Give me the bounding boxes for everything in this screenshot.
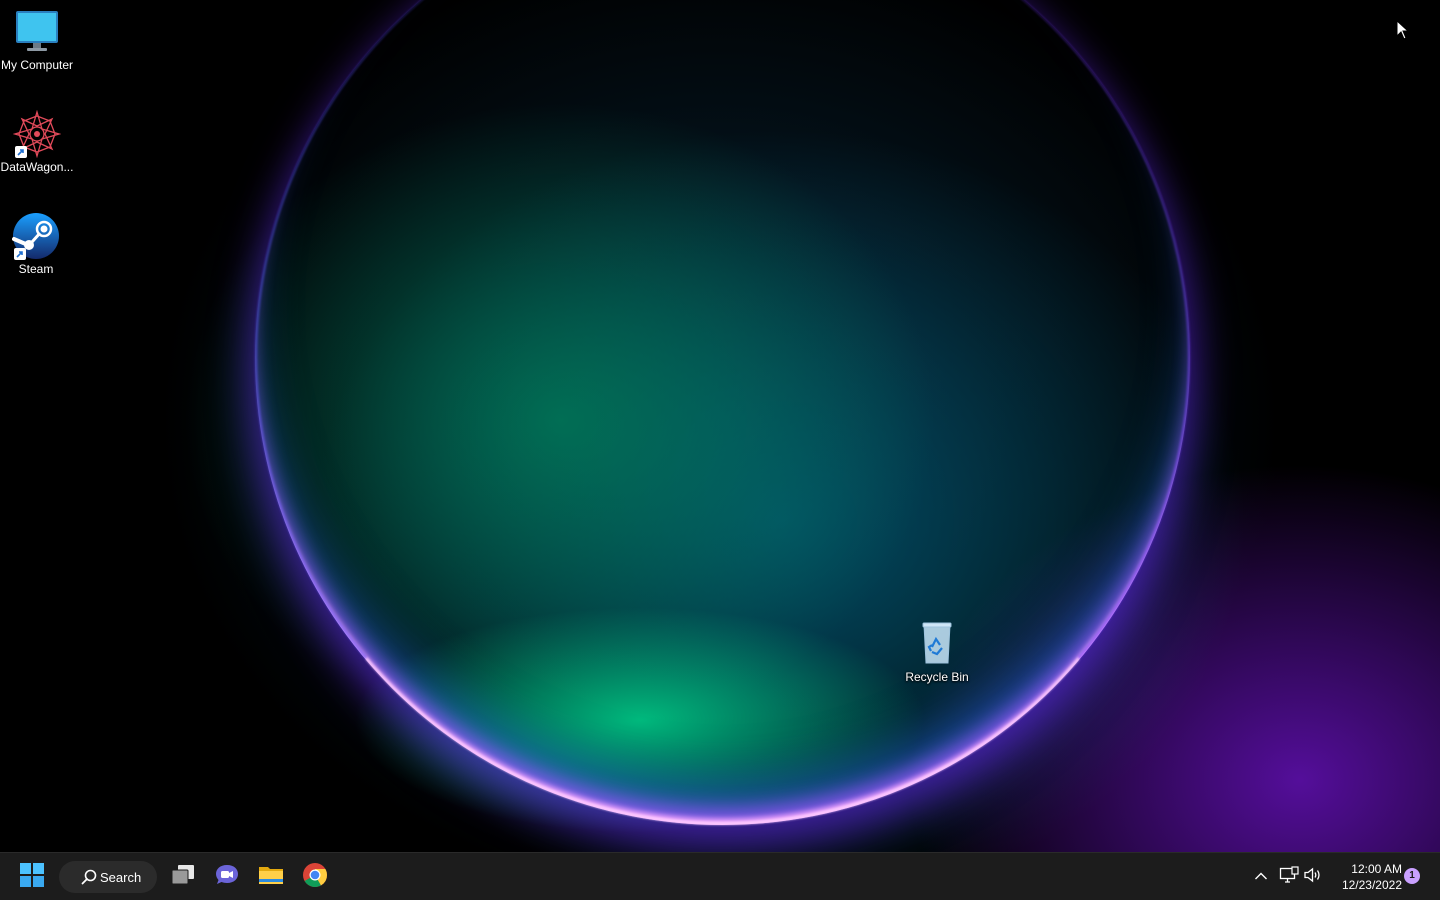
clock-date: 12/23/2022 — [1341, 878, 1402, 892]
desktop-icon-my-computer[interactable]: My Computer — [0, 8, 75, 73]
desktop[interactable]: My Computer DataWagon... Steam Recycle B… — [0, 0, 1440, 852]
chat-button[interactable] — [209, 859, 245, 895]
taskbar-search-button[interactable]: Search — [59, 861, 157, 893]
network-status-button[interactable] — [1278, 865, 1300, 889]
monitor-icon — [13, 8, 61, 56]
speaker-icon — [1303, 866, 1323, 889]
notification-badge[interactable]: 1 — [1404, 868, 1420, 884]
desktop-icon-label: Steam — [18, 262, 54, 276]
steam-icon — [12, 212, 60, 260]
windows-logo-icon — [20, 862, 44, 892]
task-view-icon — [170, 864, 196, 891]
search-icon — [81, 869, 97, 888]
chat-icon — [214, 863, 240, 892]
taskbar: Search 12:00 AM 12/23/2022 — [0, 852, 1440, 900]
volume-button[interactable] — [1302, 865, 1324, 889]
desktop-icon-label: DataWagon... — [0, 160, 74, 174]
datawagon-app-icon — [12, 109, 62, 159]
desktop-icon-steam[interactable]: Steam — [0, 212, 74, 277]
desktop-icon-recycle-bin[interactable]: Recycle Bin — [899, 620, 975, 685]
shortcut-arrow-icon — [14, 248, 26, 260]
chrome-button[interactable] — [297, 859, 333, 895]
network-icon — [1279, 865, 1299, 889]
clock-time: 12:00 AM — [1351, 862, 1402, 876]
recycle-bin-icon — [913, 620, 961, 668]
search-label: Search — [100, 869, 142, 885]
desktop-icon-label: My Computer — [0, 58, 74, 72]
mouse-cursor-icon — [1396, 19, 1410, 45]
clock-button[interactable]: 12:00 AM 12/23/2022 — [1330, 861, 1402, 893]
desktop-icon-label: Recycle Bin — [905, 670, 969, 684]
task-view-button[interactable] — [165, 859, 201, 895]
chevron-up-icon — [1254, 868, 1268, 886]
shortcut-arrow-icon — [15, 146, 27, 158]
start-button[interactable] — [14, 859, 50, 895]
show-hidden-icons-button[interactable] — [1250, 865, 1272, 889]
folder-icon — [257, 863, 285, 892]
chrome-icon — [302, 862, 328, 893]
file-explorer-button[interactable] — [253, 859, 289, 895]
desktop-icon-datawagon[interactable]: DataWagon... — [0, 109, 75, 175]
